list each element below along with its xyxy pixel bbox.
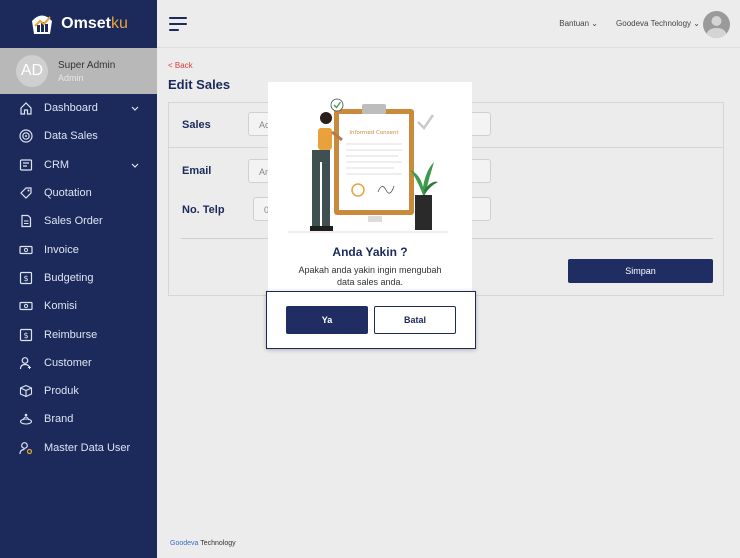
sidebar-item-sales-order[interactable]: Sales Order — [0, 207, 157, 235]
sidebar-item-label: Produk — [44, 385, 79, 398]
brand-icon — [18, 412, 33, 427]
sidebar-item-label: Sales Order — [44, 215, 103, 228]
sidebar-item-invoice[interactable]: Invoice — [0, 235, 157, 263]
company-menu[interactable]: Goodeva Technology ⌄ — [616, 19, 700, 28]
sidebar-item-komisi[interactable]: Komisi — [0, 292, 157, 320]
sidebar-item-data-sales[interactable]: Data Sales — [0, 122, 157, 150]
chevron-down-icon: ⌄ — [591, 19, 598, 28]
profile-card[interactable]: AD Super Admin Admin — [0, 48, 157, 94]
chevron-down-icon: ⌄ — [693, 19, 700, 28]
save-button[interactable]: Simpan — [568, 259, 713, 283]
sidebar-item-label: Dashboard — [44, 102, 98, 115]
sidebar-item-label: Master Data User — [44, 441, 131, 454]
chevron-down-icon — [131, 160, 139, 172]
page-title: Edit Sales — [168, 77, 231, 92]
profile-role: Admin — [58, 72, 84, 83]
sidebar-menu: Dashboard Data Sales CRM Quotation Sales… — [0, 94, 157, 462]
sidebar-item-label: CRM — [44, 158, 70, 171]
email-label: Email — [182, 165, 212, 177]
brand-logo[interactable]: Omsetku — [0, 0, 157, 48]
sidebar-item-crm[interactable]: CRM — [0, 151, 157, 179]
footer-credit: Goodeva Technology — [170, 540, 236, 547]
sidebar-item-label: Budgeting — [44, 271, 94, 284]
cancel-button[interactable]: Batal — [374, 306, 456, 334]
sidebar-item-label: Brand — [44, 413, 74, 426]
user-settings-icon — [18, 440, 33, 455]
sidebar-item-label: Invoice — [44, 243, 79, 256]
user-icon — [706, 16, 727, 38]
sidebar-item-dashboard[interactable]: Dashboard — [0, 94, 157, 122]
tag-icon — [18, 186, 33, 201]
sidebar: Omsetku AD Super Admin Admin Dashboard D… — [0, 0, 157, 558]
consent-illustration: Informed Consent — [288, 98, 448, 233]
document-icon — [18, 214, 33, 229]
sales-label: Sales — [182, 119, 211, 131]
sidebar-item-quotation[interactable]: Quotation — [0, 179, 157, 207]
crm-icon — [18, 157, 33, 172]
logo-icon — [32, 15, 53, 34]
svg-text:$: $ — [23, 274, 28, 283]
menu-toggle-icon[interactable] — [169, 16, 187, 31]
commission-icon — [18, 299, 33, 314]
back-link[interactable]: < Back — [168, 61, 193, 70]
customer-icon — [18, 355, 33, 370]
sidebar-item-produk[interactable]: Produk — [0, 377, 157, 405]
sidebar-item-label: Data Sales — [44, 130, 98, 143]
sidebar-item-budgeting[interactable]: $ Budgeting — [0, 264, 157, 292]
confirm-button[interactable]: Ya — [286, 306, 368, 334]
sidebar-item-customer[interactable]: Customer — [0, 349, 157, 377]
avatar: AD — [16, 55, 48, 87]
user-avatar[interactable] — [703, 11, 730, 38]
sidebar-item-label: Komisi — [44, 300, 78, 313]
target-icon — [18, 129, 33, 144]
budget-icon: $ — [18, 270, 33, 285]
dialog-title: Anda Yakin ? — [332, 245, 408, 259]
box-icon — [18, 384, 33, 399]
chevron-down-icon — [131, 103, 139, 115]
home-icon — [18, 101, 33, 116]
sidebar-item-master-data-user[interactable]: Master Data User — [0, 434, 157, 462]
sidebar-item-reimburse[interactable]: $ Reimburse — [0, 320, 157, 348]
profile-name: Super Admin — [58, 59, 116, 71]
svg-text:$: $ — [23, 331, 28, 340]
brand-name: Omsetku — [61, 15, 128, 32]
illustration-label: Informed Consent — [349, 130, 399, 136]
sidebar-item-label: Customer — [44, 356, 92, 369]
sidebar-item-label: Reimburse — [44, 328, 98, 341]
dialog-message: Apakah anda yakin ingin mengubah data sa… — [298, 265, 442, 287]
confirm-dialog: Informed Consent — [268, 82, 472, 294]
topbar: Bantuan ⌄ Goodeva Technology ⌄ — [157, 0, 740, 48]
phone-label: No. Telp — [182, 204, 225, 216]
invoice-icon — [18, 242, 33, 257]
reimburse-icon: $ — [18, 327, 33, 342]
help-menu[interactable]: Bantuan ⌄ — [559, 19, 598, 28]
sidebar-item-label: Quotation — [44, 187, 92, 200]
sidebar-item-brand[interactable]: Brand — [0, 405, 157, 433]
